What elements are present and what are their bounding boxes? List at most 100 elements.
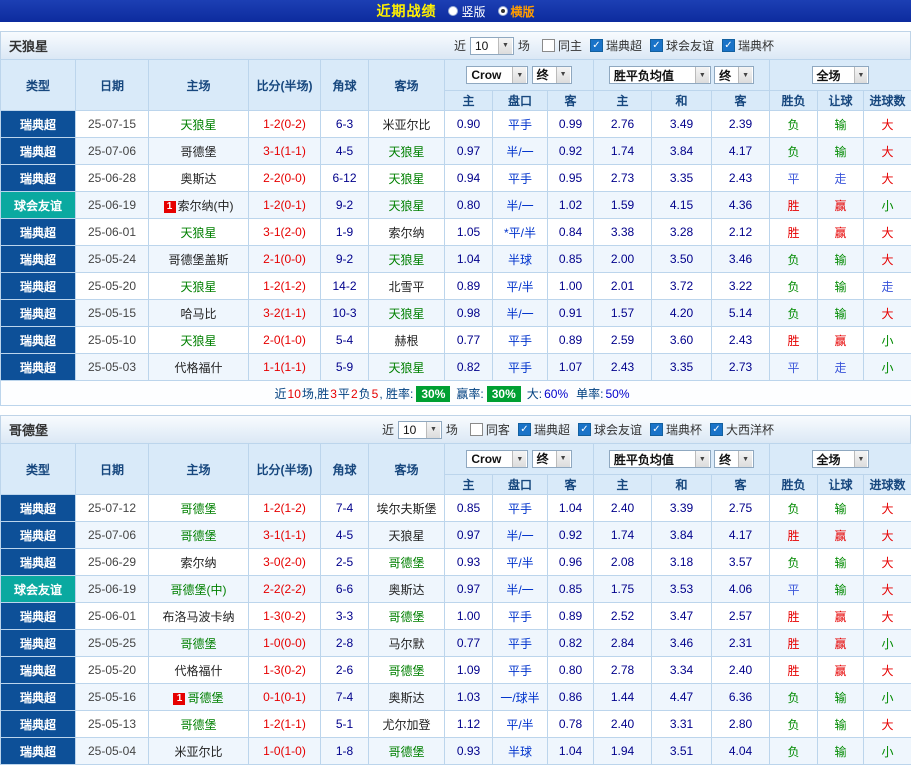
- home-team[interactable]: 索尔纳(中): [178, 199, 234, 213]
- checkbox-unchecked-icon[interactable]: [542, 39, 555, 52]
- score-cell[interactable]: 1-2(1-1): [249, 711, 321, 738]
- away-team[interactable]: 天狼星: [388, 253, 424, 267]
- recent-count-select[interactable]: 10▼: [470, 37, 514, 55]
- filter-checkbox[interactable]: ✓瑞典超: [590, 37, 642, 54]
- score-cell[interactable]: 1-2(0-2): [249, 111, 321, 138]
- away-team[interactable]: 天狼星: [388, 361, 424, 375]
- score-cell[interactable]: 2-1(0-0): [249, 246, 321, 273]
- score-cell[interactable]: 3-1(1-1): [249, 138, 321, 165]
- recent-count-select[interactable]: 10▼: [398, 421, 442, 439]
- score-cell[interactable]: 1-1(1-1): [249, 354, 321, 381]
- filter-checkbox[interactable]: 同主: [542, 37, 582, 54]
- home-team[interactable]: 布洛马波卡纳: [162, 610, 234, 624]
- europe-odds-stage-select[interactable]: 终▼: [714, 66, 754, 84]
- filter-checkbox[interactable]: ✓球会友谊: [650, 37, 714, 54]
- home-team[interactable]: 哥德堡(中): [171, 583, 227, 597]
- checkbox-checked-icon[interactable]: ✓: [650, 423, 663, 436]
- home-team[interactable]: 代格福什: [174, 664, 222, 678]
- filter-checkbox[interactable]: ✓瑞典杯: [650, 421, 702, 438]
- score-cell[interactable]: 2-2(2-2): [249, 576, 321, 603]
- away-team[interactable]: 哥德堡: [388, 556, 424, 570]
- europe-odds-stage-select[interactable]: 终▼: [714, 450, 754, 468]
- home-team[interactable]: 索尔纳: [180, 556, 216, 570]
- score-cell[interactable]: 1-2(0-1): [249, 192, 321, 219]
- score-cell[interactable]: 0-1(0-1): [249, 684, 321, 711]
- filter-checkbox[interactable]: ✓瑞典杯: [722, 37, 774, 54]
- home-team[interactable]: 天狼星: [180, 280, 216, 294]
- checkbox-checked-icon[interactable]: ✓: [590, 39, 603, 52]
- home-team[interactable]: 哈马比: [180, 307, 216, 321]
- asian-odds-stage-select[interactable]: 终▼: [532, 66, 572, 84]
- score-cell[interactable]: 2-0(1-0): [249, 327, 321, 354]
- away-team[interactable]: 哥德堡: [388, 610, 424, 624]
- checkbox-checked-icon[interactable]: ✓: [518, 423, 531, 436]
- score-cell[interactable]: 1-0(1-0): [249, 738, 321, 765]
- score-cell[interactable]: 3-1(1-1): [249, 522, 321, 549]
- home-team[interactable]: 哥德堡: [180, 502, 216, 516]
- away-team[interactable]: 奥斯达: [388, 691, 424, 705]
- horizontal-layout-radio[interactable]: 横版: [498, 3, 535, 20]
- score-cell[interactable]: 1-3(0-2): [249, 657, 321, 684]
- asian-odds-stage-select[interactable]: 终▼: [532, 450, 572, 468]
- score-cell[interactable]: 1-2(1-2): [249, 273, 321, 300]
- checkbox-checked-icon[interactable]: ✓: [722, 39, 735, 52]
- checkbox-checked-icon[interactable]: ✓: [710, 423, 723, 436]
- away-team-cell: 哥德堡: [369, 549, 445, 576]
- checkbox-checked-icon[interactable]: ✓: [650, 39, 663, 52]
- away-team[interactable]: 尤尔加登: [382, 718, 430, 732]
- home-team[interactable]: 代格福什: [174, 361, 222, 375]
- europe-odds-select[interactable]: 胜平负均值▼: [609, 450, 711, 468]
- home-team[interactable]: 天狼星: [180, 226, 216, 240]
- filter-checkbox[interactable]: ✓瑞典超: [518, 421, 570, 438]
- away-team[interactable]: 奥斯达: [388, 583, 424, 597]
- scope-select[interactable]: 全场▼: [812, 66, 870, 84]
- away-team[interactable]: 哥德堡: [388, 664, 424, 678]
- col-eu-away: 客: [712, 91, 770, 111]
- eu-home-odds: 2.59: [594, 327, 652, 354]
- home-team[interactable]: 哥德堡盖斯: [168, 253, 228, 267]
- away-team[interactable]: 哥德堡: [388, 745, 424, 759]
- score-cell[interactable]: 2-2(0-0): [249, 165, 321, 192]
- checkbox-checked-icon[interactable]: ✓: [578, 423, 591, 436]
- away-team-cell: 埃尔夫斯堡: [369, 495, 445, 522]
- score-cell[interactable]: 1-0(0-0): [249, 630, 321, 657]
- europe-odds-select[interactable]: 胜平负均值▼: [609, 66, 711, 84]
- score-cell[interactable]: 3-0(2-0): [249, 549, 321, 576]
- away-team[interactable]: 天狼星: [388, 307, 424, 321]
- vertical-layout-radio[interactable]: 竖版: [448, 3, 485, 20]
- home-team[interactable]: 哥德堡: [180, 529, 216, 543]
- away-team[interactable]: 天狼星: [388, 529, 424, 543]
- score-cell[interactable]: 3-1(2-0): [249, 219, 321, 246]
- away-team[interactable]: 天狼星: [388, 145, 424, 159]
- filter-checkbox[interactable]: ✓球会友谊: [578, 421, 642, 438]
- league-cell: 瑞典超: [1, 549, 76, 576]
- away-team[interactable]: 天狼星: [388, 172, 424, 186]
- chevron-down-icon: ▼: [695, 451, 709, 467]
- home-team[interactable]: 奥斯达: [180, 172, 216, 186]
- scope-select[interactable]: 全场▼: [812, 450, 870, 468]
- away-team[interactable]: 天狼星: [388, 199, 424, 213]
- home-team[interactable]: 哥德堡: [180, 145, 216, 159]
- away-team[interactable]: 米亚尔比: [382, 118, 430, 132]
- eu-home-odds: 2.40: [594, 495, 652, 522]
- away-team[interactable]: 马尔默: [388, 637, 424, 651]
- score-cell[interactable]: 3-2(1-1): [249, 300, 321, 327]
- bookmaker-select[interactable]: Crow▼: [466, 66, 528, 84]
- score-cell[interactable]: 1-3(0-2): [249, 603, 321, 630]
- home-team[interactable]: 哥德堡: [180, 718, 216, 732]
- bookmaker-select[interactable]: Crow▼: [466, 450, 528, 468]
- away-team[interactable]: 赫根: [394, 334, 418, 348]
- home-team[interactable]: 米亚尔比: [174, 745, 222, 759]
- filter-checkbox[interactable]: 同客: [470, 421, 510, 438]
- date-cell: 25-06-19: [76, 192, 149, 219]
- away-team[interactable]: 北雪平: [388, 280, 424, 294]
- checkbox-unchecked-icon[interactable]: [470, 423, 483, 436]
- home-team[interactable]: 天狼星: [180, 334, 216, 348]
- away-team[interactable]: 埃尔夫斯堡: [376, 502, 436, 516]
- score-cell[interactable]: 1-2(1-2): [249, 495, 321, 522]
- away-team[interactable]: 索尔纳: [388, 226, 424, 240]
- home-team[interactable]: 天狼星: [180, 118, 216, 132]
- filter-checkbox[interactable]: ✓大西洋杯: [710, 421, 774, 438]
- home-team[interactable]: 哥德堡: [187, 691, 223, 705]
- home-team[interactable]: 哥德堡: [180, 637, 216, 651]
